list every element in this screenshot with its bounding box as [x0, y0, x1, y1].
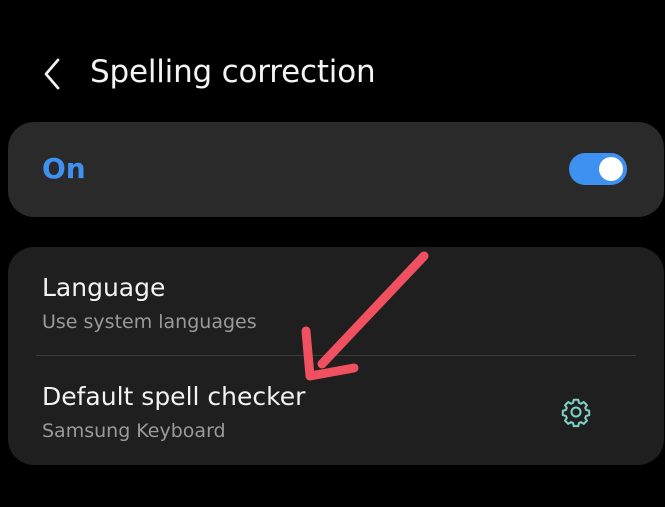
master-switch-label: On	[42, 152, 86, 185]
page-title: Spelling correction	[90, 54, 376, 90]
app-header: Spelling correction	[0, 0, 665, 120]
spell-checker-settings-button[interactable]	[558, 394, 594, 430]
settings-card: Language Use system languages Default sp…	[8, 247, 664, 465]
gear-icon	[561, 398, 591, 428]
default-spell-checker-row[interactable]: Default spell checker Samsung Keyboard	[8, 356, 664, 465]
master-toggle-switch[interactable]	[569, 153, 627, 185]
language-title: Language	[42, 273, 166, 302]
language-setting-row[interactable]: Language Use system languages	[8, 247, 664, 355]
default-spell-checker-subtitle: Samsung Keyboard	[42, 420, 226, 442]
back-button[interactable]	[30, 52, 74, 96]
chevron-left-icon	[44, 58, 60, 90]
language-subtitle: Use system languages	[42, 311, 257, 333]
default-spell-checker-title: Default spell checker	[42, 382, 306, 411]
master-switch-card[interactable]: On	[8, 122, 664, 217]
toggle-knob	[599, 157, 623, 181]
